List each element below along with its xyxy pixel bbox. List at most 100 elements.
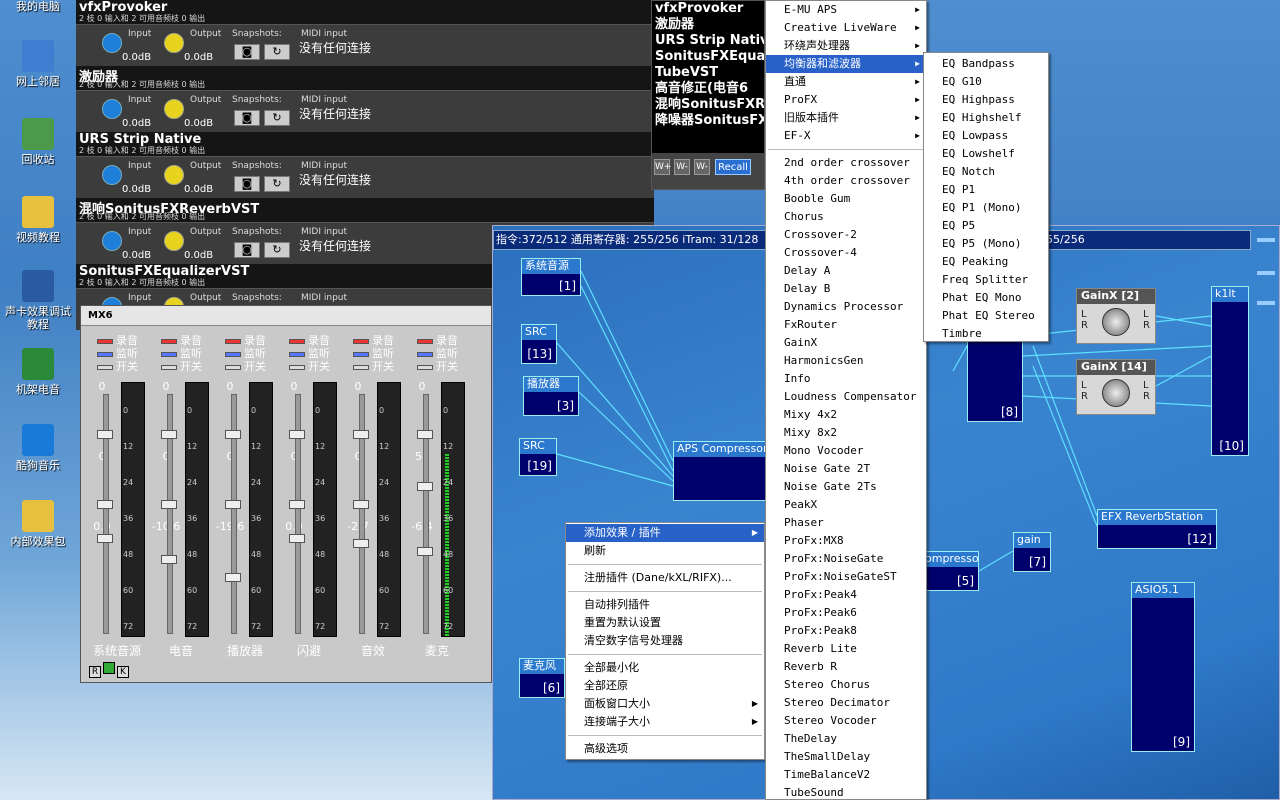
- dsp-module[interactable]: SRC [13]: [521, 324, 557, 364]
- effects-menu-item[interactable]: Info: [766, 370, 926, 388]
- side-icon-3[interactable]: [1257, 301, 1275, 305]
- fader-3[interactable]: [161, 555, 177, 565]
- monitor-toggle[interactable]: 监听: [353, 347, 413, 360]
- desktop-icon[interactable]: 我的电脑: [0, 0, 76, 13]
- eq-menu-item[interactable]: EQ Lowpass: [924, 127, 1048, 145]
- eq-menu-item[interactable]: EQ Highshelf: [924, 109, 1048, 127]
- effects-menu-item[interactable]: TheSmallDelay: [766, 748, 926, 766]
- record-toggle[interactable]: 录音: [353, 334, 413, 347]
- effect-item[interactable]: 混响SonitusFXR: [652, 97, 764, 113]
- effects-menu-item[interactable]: Phaser: [766, 514, 926, 532]
- monitor-toggle[interactable]: 监听: [161, 347, 221, 360]
- effects-menu-item[interactable]: 环绕声处理器 ▶: [766, 37, 926, 55]
- eq-menu-item[interactable]: Freq Splitter: [924, 271, 1048, 289]
- context-menu-item[interactable]: 面板窗口大小 ▶: [566, 695, 764, 713]
- context-menu-item[interactable]: 全部还原: [566, 677, 764, 695]
- dsp-module[interactable]: SRC [19]: [519, 438, 557, 476]
- effects-menu-item[interactable]: 直通 ▶: [766, 73, 926, 91]
- desktop-icon[interactable]: 网上邻居: [0, 40, 76, 88]
- dsp-module[interactable]: gain [7]: [1013, 532, 1051, 572]
- fader-1[interactable]: [97, 430, 113, 439]
- effects-menu-item[interactable]: PeakX: [766, 496, 926, 514]
- effects-menu-item[interactable]: ProFx:Peak6: [766, 604, 926, 622]
- refresh-icon[interactable]: ↻: [264, 242, 290, 258]
- fader-2[interactable]: [417, 482, 433, 491]
- dsp-module[interactable]: ompressor [5]: [921, 551, 979, 591]
- eq-menu-item[interactable]: EQ P5: [924, 217, 1048, 235]
- desktop-icon[interactable]: 回收站: [0, 118, 76, 166]
- switch-toggle[interactable]: 开关: [417, 360, 477, 373]
- fader-1[interactable]: [161, 430, 177, 439]
- switch-toggle[interactable]: 开关: [161, 360, 221, 373]
- effect-item[interactable]: TubeVST: [652, 65, 764, 81]
- effects-menu-item[interactable]: Crossover-2: [766, 226, 926, 244]
- effects-menu-item[interactable]: Reverb R: [766, 658, 926, 676]
- effects-menu-item[interactable]: ProFX ▶: [766, 91, 926, 109]
- refresh-icon[interactable]: ↻: [264, 110, 290, 126]
- fader-2[interactable]: [353, 500, 369, 509]
- eq-menu-item[interactable]: Timbre: [924, 325, 1048, 343]
- effects-menu-item[interactable]: 4th order crossover: [766, 172, 926, 190]
- context-menu-item[interactable]: 重置为默认设置: [566, 614, 764, 632]
- monitor-toggle[interactable]: 监听: [289, 347, 349, 360]
- output-knob[interactable]: [164, 231, 184, 251]
- context-menu-item[interactable]: 添加效果 / 插件 ▶: [566, 524, 764, 542]
- dsp-module[interactable]: EFX ReverbStation [12]: [1097, 509, 1217, 549]
- eq-menu-item[interactable]: Phat EQ Mono: [924, 289, 1048, 307]
- switch-toggle[interactable]: 开关: [353, 360, 413, 373]
- camera-icon[interactable]: ◙: [234, 176, 260, 192]
- effects-menu-item[interactable]: Noise Gate 2T: [766, 460, 926, 478]
- effects-menu-item[interactable]: Delay A: [766, 262, 926, 280]
- monitor-toggle[interactable]: 监听: [225, 347, 285, 360]
- switch-toggle[interactable]: 开关: [225, 360, 285, 373]
- eq-menu-item[interactable]: Phat EQ Stereo: [924, 307, 1048, 325]
- effects-menu-item[interactable]: Stereo Vocoder: [766, 712, 926, 730]
- fader-2[interactable]: [225, 500, 241, 509]
- effects-menu-item[interactable]: HarmonicsGen: [766, 352, 926, 370]
- fader-3[interactable]: [289, 534, 305, 543]
- dsp-module[interactable]: ASIO5.1 [9]: [1131, 582, 1195, 752]
- fader-1[interactable]: [289, 430, 305, 439]
- monitor-toggle[interactable]: 监听: [417, 347, 477, 360]
- effects-menu-item[interactable]: ProFx:MX8: [766, 532, 926, 550]
- mixer-footer-button[interactable]: [103, 662, 115, 674]
- effect-item[interactable]: URS Strip Native: [652, 33, 764, 49]
- effects-menu-item[interactable]: FxRouter: [766, 316, 926, 334]
- eq-menu-item[interactable]: EQ Lowshelf: [924, 145, 1048, 163]
- fader-3[interactable]: [225, 573, 241, 583]
- effects-menu-item[interactable]: Stereo Decimator: [766, 694, 926, 712]
- eq-menu-item[interactable]: EQ P5 (Mono): [924, 235, 1048, 253]
- fader-2[interactable]: [289, 500, 305, 509]
- camera-icon[interactable]: ◙: [234, 110, 260, 126]
- dsp-module[interactable]: 播放器 [3]: [523, 376, 579, 416]
- output-knob[interactable]: [164, 99, 184, 119]
- effects-menu-item[interactable]: 2nd order crossover: [766, 154, 926, 172]
- effects-menu-item[interactable]: E-MU APS ▶: [766, 1, 926, 19]
- fader-1[interactable]: [417, 430, 433, 439]
- effects-menu-item[interactable]: ProFx:Peak4: [766, 586, 926, 604]
- desktop-icon[interactable]: 视频教程: [0, 196, 76, 244]
- output-knob[interactable]: [164, 165, 184, 185]
- output-knob[interactable]: [164, 33, 184, 53]
- input-knob[interactable]: [102, 165, 122, 185]
- side-icon-1[interactable]: [1257, 238, 1275, 242]
- effects-menu-item[interactable]: Mixy 8x2: [766, 424, 926, 442]
- recall-button[interactable]: Recall: [715, 159, 751, 175]
- effects-menu-item[interactable]: Booble Gum: [766, 190, 926, 208]
- fader-3[interactable]: [353, 539, 369, 549]
- input-knob[interactable]: [102, 231, 122, 251]
- effects-menu-item[interactable]: Mixy 4x2: [766, 406, 926, 424]
- mixer-footer-button[interactable]: K: [117, 666, 129, 678]
- record-toggle[interactable]: 录音: [417, 334, 477, 347]
- mixer-footer-button[interactable]: R: [89, 666, 101, 678]
- context-menu-item[interactable]: 自动排列插件: [566, 596, 764, 614]
- desktop-icon[interactable]: 酷狗音乐: [0, 424, 76, 472]
- effects-menu-item[interactable]: Loudness Compensator: [766, 388, 926, 406]
- camera-icon[interactable]: ◙: [234, 242, 260, 258]
- effect-item[interactable]: 高音修正(电音6: [652, 81, 764, 97]
- input-knob[interactable]: [102, 33, 122, 53]
- dsp-module[interactable]: 麦克风 [6]: [519, 658, 565, 698]
- fader-1[interactable]: [225, 430, 241, 439]
- effect-item[interactable]: vfxProvoker: [652, 1, 764, 17]
- effects-menu-item[interactable]: Crossover-4: [766, 244, 926, 262]
